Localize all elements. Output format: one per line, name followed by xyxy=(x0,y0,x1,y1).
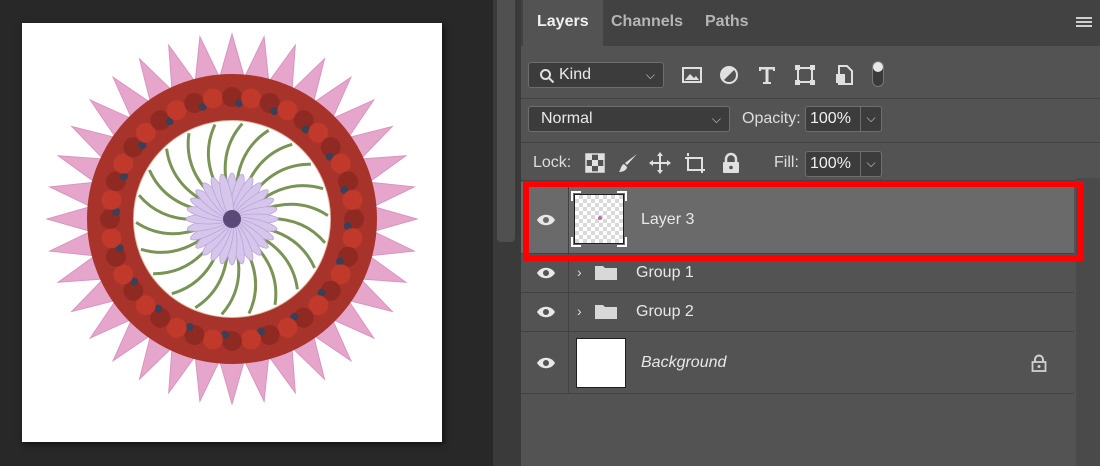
poppy-center xyxy=(120,172,128,181)
search-icon xyxy=(540,69,555,84)
chevron-down-icon: ⌵ xyxy=(645,68,655,82)
divider xyxy=(521,98,1100,99)
visibility-cell xyxy=(521,254,569,292)
eye-icon[interactable] xyxy=(536,305,556,319)
adjustment-filter-icon[interactable] xyxy=(718,64,740,86)
layer-name[interactable]: Group 2 xyxy=(636,303,694,321)
flower-mandala-artwork xyxy=(45,32,419,406)
visibility-cell xyxy=(521,182,569,253)
opacity-dropdown-button[interactable]: ⌵ xyxy=(860,106,882,132)
lock-transparent-pixels-icon[interactable] xyxy=(584,152,606,174)
eye-icon[interactable] xyxy=(536,356,556,370)
poppy-petal xyxy=(166,100,187,121)
lock-artboard-icon[interactable] xyxy=(684,152,706,174)
visibility-cell xyxy=(521,293,569,331)
filter-toggle[interactable] xyxy=(872,61,884,87)
opacity-label: Opacity: xyxy=(742,110,801,127)
layer-thumbnail xyxy=(571,191,627,247)
fill-field[interactable]: 100% xyxy=(805,151,861,177)
poppy-petal xyxy=(202,329,223,350)
layer-name[interactable]: Background xyxy=(641,354,726,372)
chevron-down-icon: ⌵ xyxy=(711,112,721,126)
tab-channels[interactable]: Channels xyxy=(597,0,697,46)
layer-row-background[interactable]: Background xyxy=(521,332,1074,394)
blend-mode-select[interactable]: Normal ⌵ xyxy=(528,106,730,132)
filter-kind-select[interactable]: Kind ⌵ xyxy=(528,62,664,88)
eye-icon[interactable] xyxy=(536,266,556,280)
fill-label: Fill: xyxy=(774,154,799,171)
lock-all-icon[interactable] xyxy=(720,152,742,174)
tab-paths[interactable]: Paths xyxy=(691,0,763,46)
layer-row-layer-3[interactable]: Layer 3 xyxy=(521,182,1074,254)
poppy-center xyxy=(336,257,344,266)
lock-icon xyxy=(1031,354,1047,372)
poppy-petal xyxy=(113,264,134,285)
opacity-field[interactable]: 100% xyxy=(805,106,861,132)
poppy-petal xyxy=(101,189,122,210)
divider xyxy=(521,180,1100,181)
eye-icon[interactable] xyxy=(536,213,556,227)
visibility-cell xyxy=(521,332,569,393)
daisy-center xyxy=(223,210,241,228)
lock-image-pixels-icon[interactable] xyxy=(617,152,639,174)
shape-filter-icon[interactable] xyxy=(794,64,816,86)
poppy-petal xyxy=(342,189,363,210)
layer-name[interactable]: Group 1 xyxy=(636,264,694,282)
document-canvas[interactable] xyxy=(22,23,442,442)
lock-position-icon[interactable] xyxy=(649,152,671,174)
layer-row-group-2[interactable]: › Group 2 xyxy=(521,293,1074,332)
filter-kind-label: Kind xyxy=(559,66,592,83)
poppy-center xyxy=(185,323,194,331)
poppy-center xyxy=(270,107,279,115)
folder-icon xyxy=(595,266,617,280)
chevron-right-icon[interactable]: › xyxy=(577,264,582,280)
lock-label: Lock: xyxy=(533,154,572,171)
panel-menu-icon[interactable] xyxy=(1076,17,1092,29)
image-filter-icon[interactable] xyxy=(681,64,703,86)
tab-layers[interactable]: Layers xyxy=(523,0,603,46)
blend-mode-value: Normal xyxy=(541,110,593,127)
panel-tab-bar: Layers Channels Paths xyxy=(521,0,1100,46)
layers-panel: Layers Channels Paths Kind ⌵ Normal ⌵ Op… xyxy=(521,0,1100,466)
poppy-petal xyxy=(241,329,262,350)
divider xyxy=(521,142,1100,143)
poppy-petal xyxy=(241,88,262,109)
poppy-petal xyxy=(277,317,298,338)
fill-dropdown-button[interactable]: ⌵ xyxy=(860,151,882,177)
layer-name[interactable]: Layer 3 xyxy=(641,211,694,229)
poppy-petal xyxy=(101,228,122,249)
layer-thumbnail xyxy=(576,338,626,388)
chevron-right-icon[interactable]: › xyxy=(577,303,582,319)
document-canvas-area xyxy=(0,0,493,466)
poppy-petal xyxy=(330,153,351,174)
layer-row-group-1[interactable]: › Group 1 xyxy=(521,254,1074,293)
folder-icon xyxy=(595,305,617,319)
layers-scrollbar[interactable] xyxy=(1076,178,1100,466)
canvas-scrollbar[interactable] xyxy=(497,0,515,242)
poppy-petal xyxy=(342,228,363,249)
smart-object-filter-icon[interactable] xyxy=(834,64,856,86)
type-filter-icon[interactable] xyxy=(756,64,778,86)
poppy-petal xyxy=(202,88,223,109)
